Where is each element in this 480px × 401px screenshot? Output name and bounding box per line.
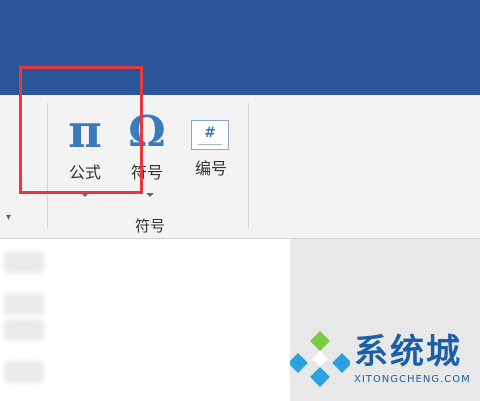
watermark-text: 系统城: [354, 332, 462, 372]
symbol-button[interactable]: Ω 符号: [122, 107, 172, 199]
title-bar: [0, 0, 480, 95]
navigation-pane: [0, 239, 50, 401]
group-separator: [248, 103, 249, 228]
formula-dropdown-arrow-icon[interactable]: [81, 193, 89, 197]
document-page[interactable]: [50, 239, 290, 401]
watermark-subtext: XITONGCHENG.COM: [354, 374, 471, 385]
symbols-group-label: 符号: [134, 217, 165, 235]
watermark-logo-icon: [290, 331, 350, 387]
symbol-button-label: 符号: [130, 163, 163, 182]
hash-icon: #: [204, 125, 216, 141]
ribbon-insert-tab: ▾ 寸间 π 公式 Ω 符号 # 编号 符号: [0, 95, 480, 258]
numbering-icon: #: [191, 120, 229, 150]
omega-icon: Ω: [128, 107, 166, 156]
numbering-button-label: 编号: [194, 159, 227, 178]
dropdown-arrow-icon[interactable]: ▾: [6, 212, 11, 223]
numbering-button[interactable]: # 编号: [188, 107, 234, 187]
pi-icon: π: [68, 104, 102, 158]
symbol-dropdown-arrow-icon[interactable]: [146, 193, 154, 197]
formula-button[interactable]: π 公式: [60, 107, 110, 199]
formula-button-label: 公式: [68, 163, 101, 182]
group-separator: [47, 103, 48, 228]
